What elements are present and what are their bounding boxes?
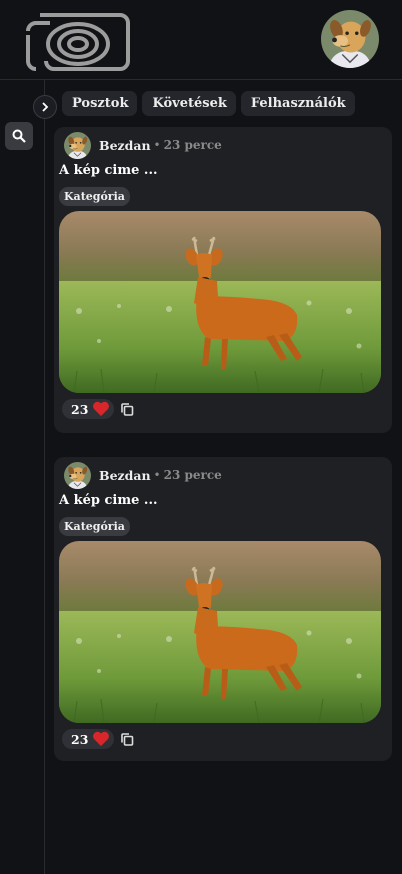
tab-users[interactable]: Felhasználók (240, 91, 355, 116)
sidebar-divider (44, 80, 45, 874)
copy-button[interactable] (120, 732, 134, 746)
tab-posts[interactable]: Posztok (62, 91, 138, 116)
like-count: 23 (71, 401, 89, 417)
chevron-right-icon (42, 102, 49, 112)
post-image[interactable] (59, 211, 381, 393)
like-button[interactable]: 23 (62, 399, 115, 419)
post-time: 23 perce (163, 138, 222, 152)
post-header: Bezdan • 23 perce (64, 131, 222, 159)
camera-logo-icon[interactable] (24, 11, 134, 75)
category-badge[interactable]: Kategória (59, 187, 130, 206)
author-avatar[interactable] (64, 132, 91, 159)
user-avatar[interactable] (321, 10, 379, 68)
post-actions: 23 (62, 729, 134, 749)
post-image[interactable] (59, 541, 381, 723)
post-title[interactable]: A kép cime ... (59, 493, 158, 508)
post-title[interactable]: A kép cime ... (59, 163, 158, 178)
post-header: Bezdan • 23 perce (64, 461, 222, 489)
like-count: 23 (71, 731, 89, 747)
author-avatar[interactable] (64, 462, 91, 489)
search-button[interactable] (5, 122, 33, 150)
tab-following[interactable]: Követések (142, 91, 236, 116)
like-button[interactable]: 23 (62, 729, 115, 749)
heart-icon (93, 731, 110, 746)
search-icon (12, 129, 26, 143)
feed-tabs: Posztok Követések Felhasználók (62, 91, 355, 116)
post-time: 23 perce (163, 468, 222, 482)
author-name[interactable]: Bezdan (99, 468, 151, 483)
separator-dot: • (153, 138, 161, 152)
heart-icon (93, 401, 110, 416)
post-card[interactable]: Bezdan • 23 perce A kép cime ... Kategór… (54, 127, 392, 433)
author-name[interactable]: Bezdan (99, 138, 151, 153)
category-badge[interactable]: Kategória (59, 517, 130, 536)
copy-icon (121, 402, 134, 416)
copy-button[interactable] (120, 402, 134, 416)
post-card[interactable]: Bezdan • 23 perce A kép cime ... Kategór… (54, 457, 392, 761)
top-bar (0, 0, 402, 80)
copy-icon (121, 732, 134, 746)
sidebar-expand-button[interactable] (33, 95, 57, 119)
separator-dot: • (153, 468, 161, 482)
post-actions: 23 (62, 399, 134, 419)
